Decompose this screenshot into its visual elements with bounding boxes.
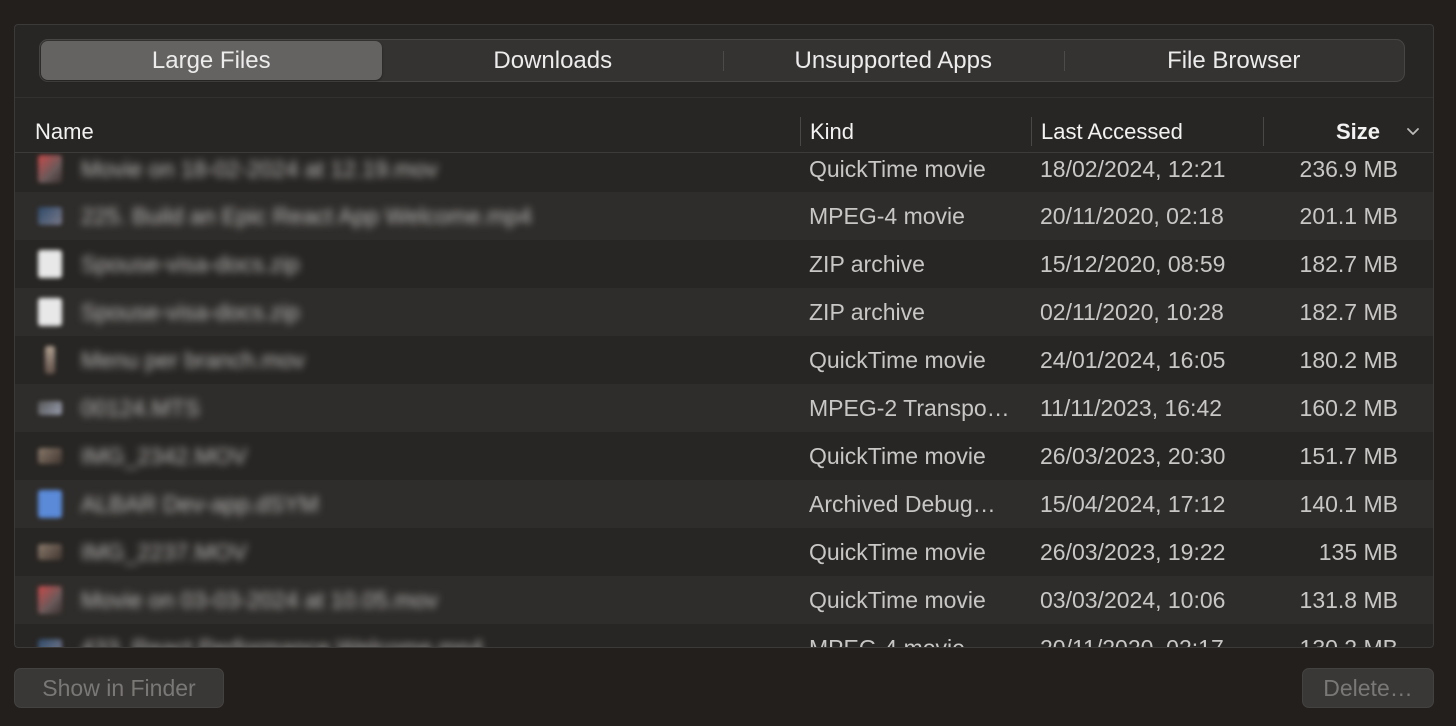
tab-file-browser[interactable]: File Browser [1063,40,1405,81]
file-name: ALBAR Dev-app.dSYM [81,490,319,517]
table-row[interactable]: Menu per branch.mov QuickTime movie 24/0… [15,336,1433,384]
tab-large-files[interactable]: Large Files [41,41,382,80]
file-size: 201.1 MB [1299,202,1398,229]
file-kind: ZIP archive [809,298,925,325]
file-kind: QuickTime movie [809,346,986,373]
column-header-name[interactable]: Name [35,111,94,152]
tab-segmented-control: Large Files Downloads Unsupported Apps F… [39,39,1405,82]
file-size: 140.1 MB [1299,490,1398,517]
file-size: 131.8 MB [1299,586,1398,613]
file-last-accessed: 03/03/2024, 10:06 [1040,586,1226,613]
table-row[interactable]: Spouse-visa-docs.zip ZIP archive 02/11/2… [15,288,1433,336]
column-divider[interactable] [1031,117,1032,146]
zip-file-icon [38,298,62,326]
files-panel: Large Files Downloads Unsupported Apps F… [14,24,1434,648]
table-row[interactable]: 433. React Performance Welcome.mp4 MPEG-… [15,624,1433,648]
file-last-accessed: 24/01/2024, 16:05 [1040,346,1226,373]
column-divider[interactable] [1263,117,1264,146]
file-name: IMG_2237.MOV [81,538,248,565]
movie-file-icon [38,448,62,464]
tab-unsupported-apps[interactable]: Unsupported Apps [723,40,1064,81]
file-size: 182.7 MB [1299,298,1398,325]
file-kind: MPEG-4 movie [809,202,965,229]
file-name: IMG_2342.MOV [81,442,248,469]
video-file-icon [38,401,62,415]
file-kind: Archived Debug… [809,490,996,517]
table-row[interactable]: IMG_2237.MOV QuickTime movie 26/03/2023,… [15,528,1433,576]
column-divider[interactable] [800,117,801,146]
file-list[interactable]: Movie on 18-02-2024 at 12.19.mov QuickTi… [15,153,1433,648]
file-kind: ZIP archive [809,250,925,277]
file-name: Menu per branch.mov [81,346,305,373]
file-size: 151.7 MB [1299,442,1398,469]
file-kind: QuickTime movie [809,586,986,613]
file-size: 135 MB [1318,538,1398,565]
file-name: 00124.MTS [81,394,200,421]
file-name: 433. React Performance Welcome.mp4 [81,634,484,648]
file-size: 130.2 MB [1299,634,1398,648]
file-name: Movie on 18-02-2024 at 12.19.mov [81,156,438,182]
column-header-size[interactable]: Size [1275,111,1380,152]
file-last-accessed: 20/11/2020, 02:18 [1040,202,1224,229]
mp4-file-icon [38,207,62,225]
file-last-accessed: 26/03/2023, 20:30 [1040,442,1226,469]
delete-button[interactable]: Delete… [1302,668,1434,708]
file-name: 225. Build an Epic React App Welcome.mp4 [81,202,532,229]
file-size: 236.9 MB [1299,156,1398,182]
chevron-down-icon[interactable] [1405,123,1421,139]
file-kind: MPEG-4 movie [809,634,965,648]
tab-downloads[interactable]: Downloads [383,40,724,81]
movie-file-icon [38,586,62,614]
file-name: Spouse-visa-docs.zip [81,298,300,325]
table-row[interactable]: IMG_2342.MOV QuickTime movie 26/03/2023,… [15,432,1433,480]
file-name: Movie on 03-03-2024 at 10.05.mov [81,586,438,613]
file-last-accessed: 02/11/2020, 10:28 [1040,298,1224,325]
movie-file-icon [45,346,55,374]
file-kind: QuickTime movie [809,156,986,182]
file-size: 160.2 MB [1299,394,1398,421]
file-last-accessed: 15/12/2020, 08:59 [1040,250,1226,277]
file-last-accessed: 26/03/2023, 19:22 [1040,538,1226,565]
table-row[interactable]: Movie on 03-03-2024 at 10.05.mov QuickTi… [15,576,1433,624]
show-in-finder-button[interactable]: Show in Finder [14,668,224,708]
movie-file-icon [38,155,62,183]
file-last-accessed: 20/11/2020, 02:17 [1040,634,1224,648]
table-row[interactable]: 00124.MTS MPEG-2 Transpo… 11/11/2023, 16… [15,384,1433,432]
file-last-accessed: 15/04/2024, 17:12 [1040,490,1226,517]
file-size: 180.2 MB [1299,346,1398,373]
column-header-last-accessed[interactable]: Last Accessed [1041,111,1183,152]
table-row[interactable]: ALBAR Dev-app.dSYM Archived Debug… 15/04… [15,480,1433,528]
debug-file-icon [38,490,62,518]
file-last-accessed: 18/02/2024, 12:21 [1040,156,1226,182]
mp4-file-icon [38,639,62,647]
file-kind: QuickTime movie [809,538,986,565]
table-header: Name Kind Last Accessed Size [15,111,1433,153]
table-row[interactable]: Movie on 18-02-2024 at 12.19.mov QuickTi… [15,153,1433,192]
table-row[interactable]: Spouse-visa-docs.zip ZIP archive 15/12/2… [15,240,1433,288]
file-name: Spouse-visa-docs.zip [81,250,300,277]
file-last-accessed: 11/11/2023, 16:42 [1040,394,1223,421]
table-row[interactable]: 225. Build an Epic React App Welcome.mp4… [15,192,1433,240]
file-size: 182.7 MB [1299,250,1398,277]
column-header-kind[interactable]: Kind [810,111,854,152]
file-kind: MPEG-2 Transpo… [809,394,1010,421]
divider [15,97,1433,98]
file-kind: QuickTime movie [809,442,986,469]
movie-file-icon [38,544,62,560]
zip-file-icon [38,250,62,278]
